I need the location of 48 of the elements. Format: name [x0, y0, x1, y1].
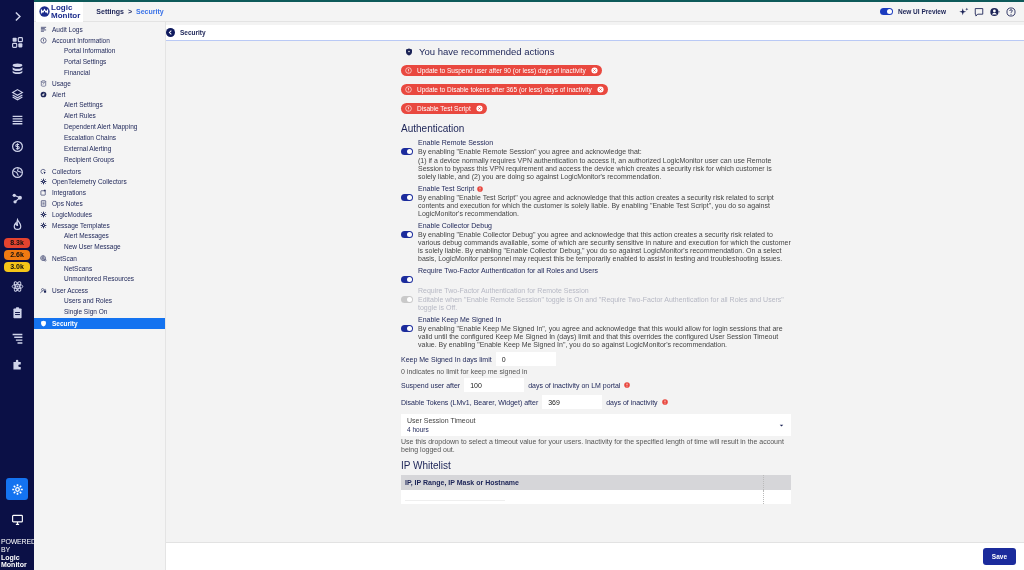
logo-text: Logic	[51, 3, 73, 12]
recommendations-heading: You have recommended actions	[419, 46, 555, 57]
section-heading: IP Whitelist	[401, 460, 452, 471]
globe-icon	[40, 254, 47, 262]
puzzle-icon[interactable]	[10, 358, 24, 371]
logo[interactable]: Logic Monitor	[36, 1, 84, 22]
info-icon	[40, 36, 47, 44]
warning-icon	[405, 105, 412, 112]
toggle-switch[interactable]	[401, 148, 413, 155]
sparkle-icon[interactable]	[959, 6, 969, 17]
layers-icon[interactable]	[10, 88, 24, 101]
database-icon[interactable]	[10, 62, 24, 75]
close-icon[interactable]	[590, 67, 598, 74]
globe-icon[interactable]	[10, 166, 24, 179]
monitor-icon	[10, 512, 24, 526]
user-icon[interactable]	[989, 6, 1001, 17]
list-icon[interactable]	[10, 114, 24, 127]
toggle-switch[interactable]	[401, 325, 413, 332]
section-heading: Authentication	[401, 123, 466, 134]
notes-icon	[40, 200, 47, 208]
back-icon[interactable]	[166, 28, 175, 37]
warning-icon	[405, 67, 412, 74]
dollar-icon[interactable]	[10, 140, 24, 153]
gear-icon	[40, 211, 47, 219]
logo-text: Monitor	[51, 11, 81, 20]
logo-mark-icon	[39, 6, 50, 17]
network-icon[interactable]	[10, 192, 24, 205]
settings-button[interactable]	[6, 478, 28, 500]
preview-toggle[interactable]	[879, 8, 893, 15]
warning-icon	[405, 86, 412, 93]
filter-list-icon[interactable]	[10, 332, 24, 345]
toggle-switch[interactable]	[401, 231, 413, 238]
clipboard-icon[interactable]	[10, 306, 24, 319]
gear-icon	[40, 221, 47, 229]
settings-icon	[10, 482, 24, 496]
close-icon[interactable]	[475, 105, 483, 112]
toggle-switch[interactable]	[401, 276, 413, 283]
dashboard-icon[interactable]	[10, 36, 24, 49]
list-icon	[40, 25, 47, 33]
help-icon[interactable]	[1006, 6, 1016, 17]
chat-icon[interactable]	[974, 6, 984, 17]
shield-icon	[405, 47, 413, 56]
gear-icon	[40, 178, 47, 186]
user-lock-icon	[40, 287, 47, 295]
close-icon[interactable]	[596, 86, 604, 93]
shield-icon	[40, 320, 47, 327]
atom-icon[interactable]	[10, 280, 24, 293]
toggle-switch[interactable]	[401, 194, 413, 201]
